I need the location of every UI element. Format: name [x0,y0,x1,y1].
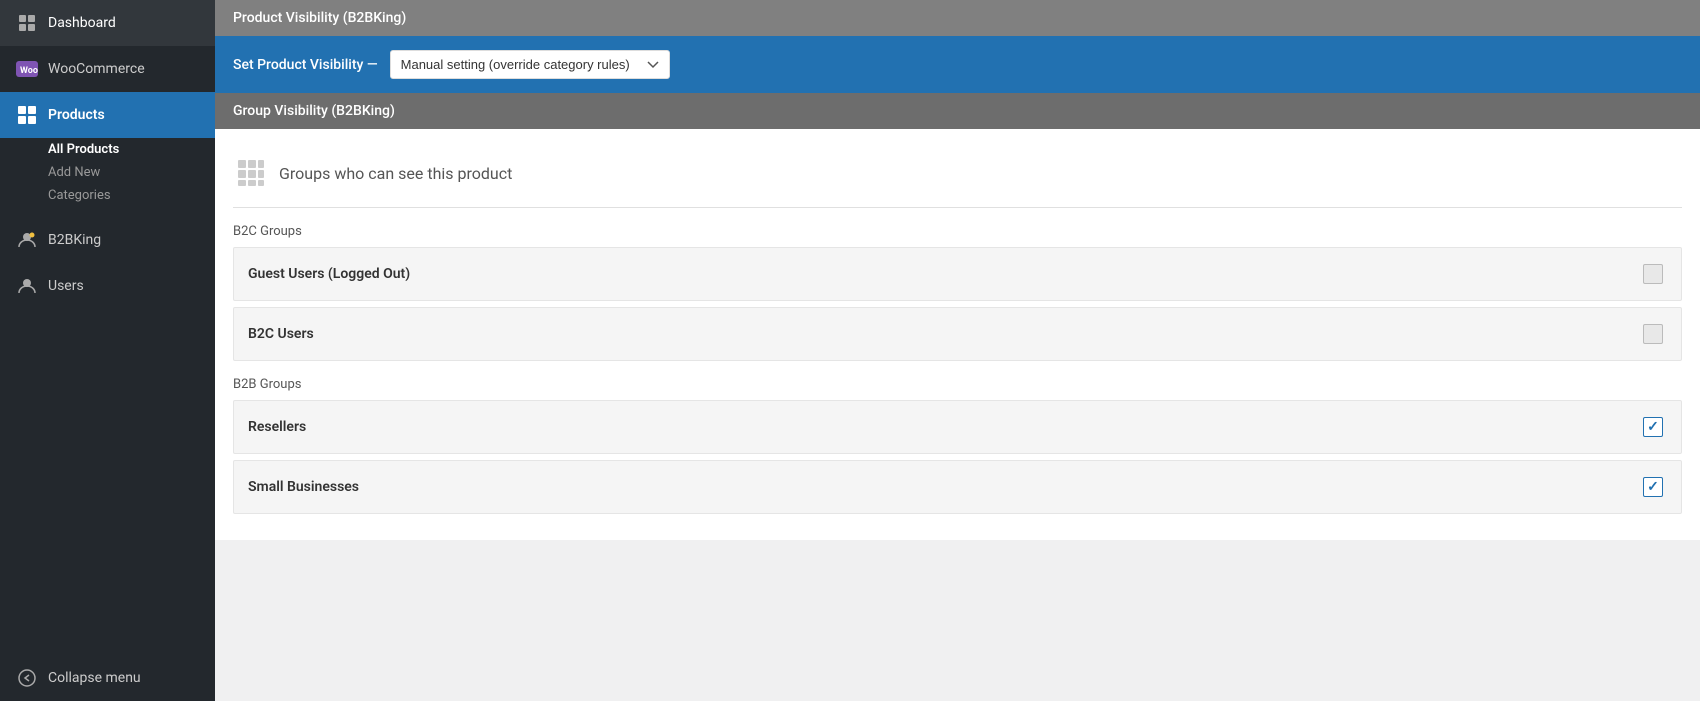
sidebar-item-collapse[interactable]: Collapse menu [0,655,215,701]
sidebar-sub-add-new[interactable]: Add New [0,161,215,184]
b2c-label: B2C Groups [233,224,1682,239]
sidebar-item-label: B2BKing [48,232,101,248]
visibility-select[interactable]: Manual setting (override category rules)… [390,50,670,79]
sidebar-item-label: Products [48,107,105,123]
sidebar-item-label: Collapse menu [48,670,141,686]
sidebar-item-label: Users [48,278,84,294]
group-visibility-header: Group Visibility (B2BKing) [215,93,1700,129]
checkbox-small-businesses[interactable] [1639,473,1667,501]
visibility-bar: Set Product Visibility — Manual setting … [215,36,1700,93]
b2b-label: B2B Groups [233,377,1682,392]
sidebar-item-label: Dashboard [48,15,116,31]
sidebar-item-woocommerce[interactable]: Woo WooCommerce [0,46,215,92]
group-row-b2c-users[interactable]: B2C Users [233,307,1682,361]
grid-icon [233,155,269,191]
sidebar-item-dashboard[interactable]: Dashboard [0,0,215,46]
group-row-guest[interactable]: Guest Users (Logged Out) [233,247,1682,301]
checkbox-unchecked-guest [1643,264,1663,284]
svg-text:Woo: Woo [20,66,38,76]
sidebar-sub-all-products[interactable]: All Products [0,138,215,161]
group-row-label-b2c: B2C Users [248,326,314,342]
group-row-label-guest: Guest Users (Logged Out) [248,266,410,282]
visibility-bar-label: Set Product Visibility — [233,57,378,73]
checkbox-unchecked-b2c [1643,324,1663,344]
sidebar-item-b2bking[interactable]: B2BKing [0,217,215,263]
checkbox-guest[interactable] [1639,260,1667,288]
woocommerce-icon: Woo [14,56,40,82]
sidebar-sub-categories[interactable]: Categories [0,184,215,207]
main-content: Product Visibility (B2BKing) Set Product… [215,0,1700,701]
checkbox-resellers[interactable] [1639,413,1667,441]
sidebar-item-users[interactable]: Users [0,263,215,309]
group-row-label-small-businesses: Small Businesses [248,479,359,495]
group-row-label-resellers: Resellers [248,419,306,435]
sidebar: Dashboard Woo WooCommerce Products All P… [0,0,215,701]
group-row-small-businesses[interactable]: Small Businesses [233,460,1682,514]
groups-title-text: Groups who can see this product [279,164,512,183]
dashboard-icon [14,10,40,36]
users-icon [14,273,40,299]
sidebar-item-products[interactable]: Products [0,92,215,138]
checkbox-b2c-users[interactable] [1639,320,1667,348]
group-row-resellers[interactable]: Resellers [233,400,1682,454]
groups-title-row: Groups who can see this product [233,145,1682,208]
b2bking-icon [14,227,40,253]
collapse-icon [14,665,40,691]
products-icon [14,102,40,128]
product-visibility-header: Product Visibility (B2BKing) [215,0,1700,36]
checkbox-checked-resellers [1643,417,1663,437]
checkbox-checked-small-businesses [1643,477,1663,497]
group-content: Groups who can see this product B2C Grou… [215,129,1700,540]
b2c-groups-section: B2C Groups Guest Users (Logged Out) B2C … [233,224,1682,361]
sidebar-item-label: WooCommerce [48,61,145,77]
b2b-groups-section: B2B Groups Resellers Small Businesses [233,377,1682,514]
